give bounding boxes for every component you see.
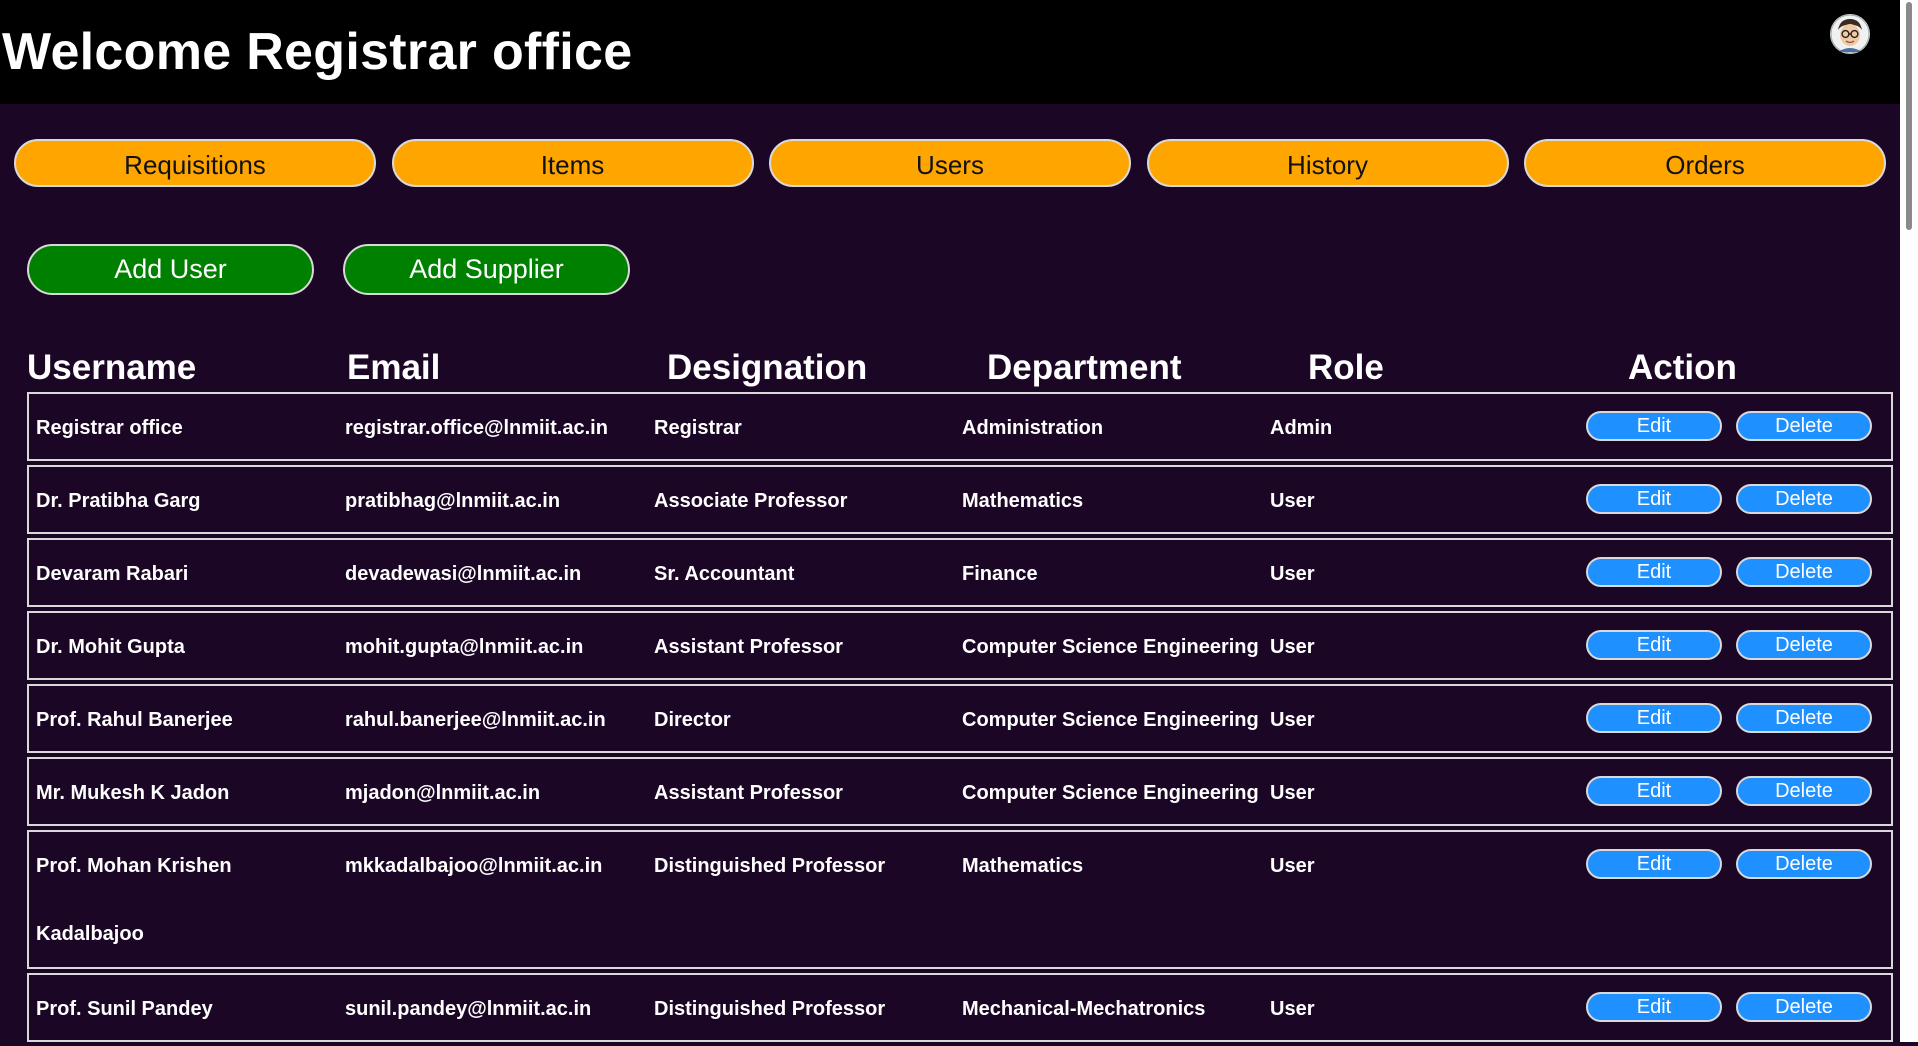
cell-username: Registrar office: [36, 417, 183, 439]
edit-button[interactable]: Edit: [1586, 849, 1722, 879]
cell-designation: Assistant Professor: [654, 782, 843, 804]
cell-designation: Distinguished Professor: [654, 855, 886, 877]
cell-role: User: [1270, 709, 1315, 731]
delete-button[interactable]: Delete: [1736, 557, 1872, 587]
cell-username: Dr. Mohit Gupta: [36, 636, 185, 658]
table-row: Devaram Rabari devadewasi@lnmiit.ac.in S…: [27, 538, 1893, 607]
main-nav: Requisitions Items Users History Orders: [14, 139, 1886, 187]
table-row: Prof. Sunil Pandey sunil.pandey@lnmiit.a…: [27, 973, 1893, 1042]
cell-username: Dr. Pratibha Garg: [36, 490, 201, 512]
edit-button[interactable]: Edit: [1586, 703, 1722, 733]
cell-department: Administration: [962, 417, 1104, 439]
cell-email: sunil.pandey@lnmiit.ac.in: [345, 998, 592, 1020]
cell-email: pratibhag@lnmiit.ac.in: [345, 490, 561, 512]
cell-department: Mathematics: [962, 855, 1084, 877]
table-row: Registrar office registrar.office@lnmiit…: [27, 392, 1893, 461]
users-table: Registrar office registrar.office@lnmiit…: [27, 392, 1893, 1046]
page-title: Welcome Registrar office: [2, 23, 633, 81]
table-row: Dr. Pratibha Garg pratibhag@lnmiit.ac.in…: [27, 465, 1893, 534]
delete-button[interactable]: Delete: [1736, 776, 1872, 806]
cell-designation: Director: [654, 709, 731, 731]
cell-email: rahul.banerjee@lnmiit.ac.in: [345, 709, 606, 731]
avatar[interactable]: [1830, 14, 1870, 54]
nav-orders-button[interactable]: Orders: [1524, 139, 1886, 187]
cell-username: Prof. Rahul Banerjee: [36, 709, 233, 731]
cell-role: User: [1270, 782, 1315, 804]
edit-button[interactable]: Edit: [1586, 411, 1722, 441]
header-email: Email: [347, 348, 441, 387]
scrollbar-thumb[interactable]: [1906, 2, 1912, 230]
user-actions: Add User Add Supplier: [27, 244, 630, 295]
delete-button[interactable]: Delete: [1736, 411, 1872, 441]
cell-designation: Sr. Accountant: [654, 563, 795, 585]
header-action: Action: [1628, 348, 1737, 387]
table-row: Dr. Mohit Gupta mohit.gupta@lnmiit.ac.in…: [27, 611, 1893, 680]
cell-username: Prof. Sunil Pandey: [36, 998, 213, 1020]
cell-role: User: [1270, 636, 1315, 658]
header-username: Username: [27, 348, 197, 387]
edit-button[interactable]: Edit: [1586, 992, 1722, 1022]
cell-email: mohit.gupta@lnmiit.ac.in: [345, 636, 584, 658]
edit-button[interactable]: Edit: [1586, 630, 1722, 660]
nav-history-button[interactable]: History: [1146, 139, 1509, 187]
cell-department: Mechanical-Mechatronics: [962, 998, 1206, 1020]
cell-role: User: [1270, 490, 1315, 512]
edit-button[interactable]: Edit: [1586, 776, 1722, 806]
cell-designation: Distinguished Professor: [654, 998, 886, 1020]
cell-username: Mr. Mukesh K Jadon: [36, 782, 230, 804]
cell-role: User: [1270, 855, 1315, 877]
table-header: Username Email Designation Department Ro…: [27, 348, 1893, 390]
table-row: Prof. Rahul Banerjee rahul.banerjee@lnmi…: [27, 684, 1893, 753]
nav-users-button[interactable]: Users: [769, 139, 1131, 187]
cell-department: Computer Science Engineering: [962, 782, 1259, 804]
cell-department: Finance: [962, 563, 1038, 585]
table-row: Prof. Mohan Krishen Kadalbajoo mkkadalba…: [27, 830, 1893, 969]
cell-role: User: [1270, 998, 1315, 1020]
cell-department: Computer Science Engineering: [962, 636, 1259, 658]
delete-button[interactable]: Delete: [1736, 849, 1872, 879]
nav-requisitions-button[interactable]: Requisitions: [14, 139, 376, 187]
delete-button[interactable]: Delete: [1736, 484, 1872, 514]
header-role: Role: [1308, 348, 1384, 387]
add-supplier-button[interactable]: Add Supplier: [343, 244, 630, 295]
delete-button[interactable]: Delete: [1736, 992, 1872, 1022]
cell-email: registrar.office@lnmiit.ac.in: [345, 417, 608, 439]
cell-department: Computer Science Engineering: [962, 709, 1259, 731]
page-header: Welcome Registrar office: [0, 0, 1918, 104]
delete-button[interactable]: Delete: [1736, 703, 1872, 733]
edit-button[interactable]: Edit: [1586, 484, 1722, 514]
user-avatar-icon: [1830, 14, 1870, 54]
cell-department: Mathematics: [962, 490, 1084, 512]
delete-button[interactable]: Delete: [1736, 630, 1872, 660]
nav-items-button[interactable]: Items: [391, 139, 754, 187]
cell-role: User: [1270, 563, 1315, 585]
cell-role: Admin: [1270, 417, 1333, 439]
cell-email: mkkadalbajoo@lnmiit.ac.in: [345, 855, 603, 877]
header-department: Department: [987, 348, 1182, 387]
cell-designation: Registrar: [654, 417, 742, 439]
header-designation: Designation: [667, 348, 868, 387]
page-scrollbar[interactable]: [1900, 0, 1918, 1042]
edit-button[interactable]: Edit: [1586, 557, 1722, 587]
cell-email: devadewasi@lnmiit.ac.in: [345, 563, 582, 585]
cell-designation: Associate Professor: [654, 490, 848, 512]
table-row: Mr. Mukesh K Jadon mjadon@lnmiit.ac.in A…: [27, 757, 1893, 826]
cell-designation: Assistant Professor: [654, 636, 843, 658]
cell-username: Prof. Mohan Krishen Kadalbajoo: [36, 855, 232, 945]
add-user-button[interactable]: Add User: [27, 244, 314, 295]
cell-username: Devaram Rabari: [36, 563, 189, 585]
cell-email: mjadon@lnmiit.ac.in: [345, 782, 541, 804]
